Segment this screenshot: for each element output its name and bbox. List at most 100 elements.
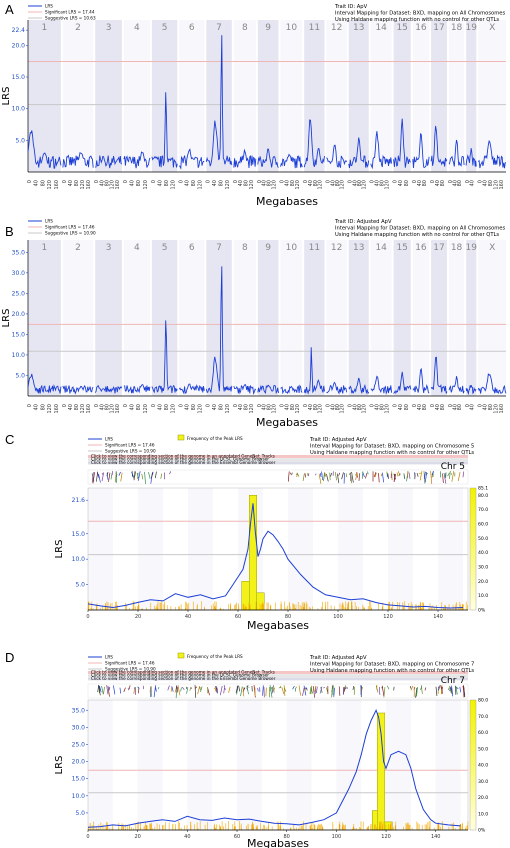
x-tick-label: 40 — [469, 180, 475, 186]
x-tick-label: 120 — [272, 180, 278, 190]
plot-band — [163, 488, 188, 610]
x-tick-label: 40 — [157, 180, 163, 186]
y-tick-label: 30.0 — [12, 270, 26, 277]
chromosome-band — [206, 20, 232, 172]
frequency-tick-label: 30.0 — [478, 779, 488, 785]
frequency-tick-label: 40.0 — [478, 550, 488, 556]
x-tick-label: 80 — [404, 404, 410, 410]
plot-band — [261, 700, 287, 830]
x-tick-label: 40 — [130, 404, 136, 410]
chromosome-band — [62, 240, 94, 396]
info-line-1: Interval Mapping for Dataset: BXD, mappi… — [335, 11, 505, 17]
panel-C: C Click to view the corresponding section… — [5, 432, 488, 632]
chromosome-label: 18 — [451, 23, 463, 33]
y-tick-label: 35.0 — [72, 707, 86, 714]
plot-band — [363, 488, 388, 610]
chromosome-label: Chr 7 — [441, 676, 465, 686]
chromosome-band — [28, 20, 61, 172]
frequency-tick-label: 0% — [478, 828, 486, 834]
legend-label-0: LRS — [45, 4, 53, 9]
chromosome-label: 3 — [106, 23, 112, 33]
chromosome-band — [393, 20, 411, 172]
chromosome-band — [123, 240, 150, 396]
x-tick-label: 120 — [340, 180, 346, 190]
x-tick-label: 80 — [136, 404, 142, 410]
y-axis-label: LRS — [54, 756, 65, 775]
plot-band — [263, 488, 288, 610]
x-tick-label: 160 — [86, 180, 92, 190]
legend-label-0: LRS — [105, 437, 113, 442]
info-line-2: Using Haldane mapping function with no c… — [310, 450, 474, 456]
x-tick-label: 40 — [34, 404, 40, 410]
x-tick-label: 0 — [205, 180, 211, 183]
frequency-tick-label: 80.0 — [478, 698, 488, 704]
info-line-0: Trait ID: Adjusted ApV — [309, 655, 367, 661]
chromosome-band — [62, 20, 94, 172]
info-line-2: Using Haldane mapping function with no c… — [335, 17, 499, 23]
y-tick-label: 15.0 — [72, 531, 86, 538]
frequency-tick-label: 20.0 — [478, 795, 488, 801]
chromosome-label: 11 — [309, 23, 320, 33]
legend-frequency-label: Frequency of the Peak LRS — [187, 436, 243, 441]
chromosome-label: 5 — [162, 243, 168, 253]
plot-band — [286, 700, 312, 830]
x-tick-label: 120 — [143, 404, 149, 414]
x-tick-label: 120 — [249, 180, 255, 190]
y-tick-label: 25.0 — [12, 290, 26, 297]
chromosome-band — [370, 20, 392, 172]
y-tick-label: 35.0 — [12, 249, 26, 256]
chromosome-label: 14 — [375, 243, 387, 253]
x-tick-label: 40 — [34, 180, 40, 186]
chromosome-band — [257, 240, 279, 396]
x-tick-label: 120 — [318, 404, 324, 414]
x-tick-label: 160 — [115, 180, 121, 190]
chromosome-band — [95, 20, 122, 172]
chromosome-label: 16 — [415, 23, 427, 33]
chromosome-band — [304, 20, 325, 172]
chromosome-label: X — [489, 23, 495, 33]
plot-band — [212, 700, 238, 830]
chromosome-label: 6 — [189, 23, 195, 33]
x-axis-label: Megabases — [247, 837, 309, 848]
x-tick-label: 80 — [422, 404, 428, 410]
x-tick-label: 40 — [184, 834, 190, 840]
chromosome-label: Chr 5 — [441, 462, 465, 472]
info-line-2: Using Haldane mapping function with no c… — [335, 232, 499, 238]
x-tick-label: 120 — [80, 404, 86, 414]
chromosome-label: 17 — [433, 23, 444, 33]
x-tick-label: 0 — [151, 180, 157, 183]
chromosome-band — [233, 20, 256, 172]
plot-band — [112, 700, 138, 830]
x-tick-label: 120 — [47, 180, 53, 190]
x-tick-label: 0 — [27, 180, 33, 183]
chromosome-label: 12 — [331, 243, 342, 253]
info-line-0: Trait ID: Adjusted ApV — [334, 219, 392, 225]
frequency-tick-label: 40.0 — [478, 763, 488, 769]
plot-band — [338, 488, 363, 610]
plot-band — [213, 488, 238, 610]
plot-band — [388, 488, 413, 610]
chromosome-label: 4 — [134, 23, 140, 33]
info-line-2: Using Haldane mapping function with no c… — [310, 668, 474, 674]
x-tick-label: 0 — [27, 404, 33, 407]
plot-band — [237, 700, 262, 830]
chromosome-label: 14 — [375, 23, 387, 33]
chromosome-label: 7 — [216, 243, 222, 253]
plot-band — [188, 488, 213, 610]
chromosome-label: 10 — [286, 243, 298, 253]
x-tick-label: 140 — [431, 834, 441, 840]
frequency-tick-label: 20.0 — [478, 579, 488, 585]
x-tick-label: 80 — [422, 180, 428, 186]
x-tick-label: 120 — [318, 180, 324, 190]
legend-label-2: Suggestive LRS = 10.63 — [45, 16, 96, 21]
chromosome-label: 15 — [396, 243, 407, 253]
x-tick-label: 40 — [212, 404, 218, 410]
x-tick-label: 0 — [205, 404, 211, 407]
gene-strip — [87, 683, 469, 699]
info-line-1: Interval Mapping for Dataset: BXD, mappi… — [310, 444, 474, 450]
chromosome-band — [431, 20, 447, 172]
x-tick-label: 160 — [499, 180, 505, 190]
frequency-tick-label: 70.0 — [478, 714, 488, 720]
chromosome-band — [348, 20, 369, 172]
x-tick-label: 80 — [191, 180, 197, 186]
